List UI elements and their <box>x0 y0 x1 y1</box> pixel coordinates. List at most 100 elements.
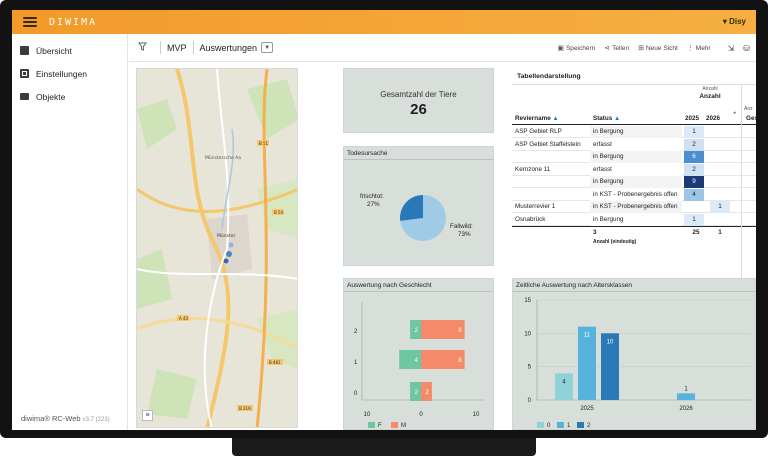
cell-status: in KST - Probenergebnis offen <box>590 201 682 213</box>
view-toolbar: MVP Auswertungen ▼ ▣ Speichern ⋖ Teilen ⊞ N… <box>129 34 756 62</box>
filter-icon[interactable] <box>138 42 154 53</box>
map-list-icon[interactable]: ≡ <box>142 410 153 421</box>
col-header-2026[interactable]: 2026 <box>703 113 723 125</box>
dashboard-icon <box>20 46 29 55</box>
legend-swatch-m[interactable] <box>391 422 398 428</box>
bar-1-2026[interactable] <box>677 393 695 400</box>
col-header-revier[interactable]: Reviername ▲ <box>512 113 590 125</box>
sidebar: Übersicht Einstellungen Objekte diwima® … <box>12 34 128 430</box>
bar-value-label: 10 <box>607 339 614 345</box>
table-row[interactable]: Kernzone 11 erfasst 2 <box>512 163 756 176</box>
toolbar-actions: ▣ Speichern ⋖ Teilen ⊞ Neue Sicht ⋮ Mehr ⇲ ⛁ <box>557 34 750 62</box>
legend-swatch-f[interactable] <box>368 422 375 428</box>
col-header-label: Reviername <box>515 115 551 122</box>
cell-status: erfasst <box>590 163 682 176</box>
group-header-small: Anzahl <box>702 86 718 92</box>
bar-value-label: 1 <box>684 386 688 392</box>
save-button[interactable]: ▣ Speichern <box>557 44 595 52</box>
col-header-gesamt[interactable]: Ges <box>742 113 756 125</box>
pie-label-frischtot: frischtot: <box>360 193 384 200</box>
y-tick-label: 0 <box>528 398 532 404</box>
legend-swatch-1[interactable] <box>557 422 564 428</box>
cell-2025: 4 <box>684 188 704 201</box>
cell-status: in Bergung <box>590 126 682 138</box>
pie-pct-fallwild: 73% <box>458 231 471 238</box>
pie-slice-frischtot[interactable] <box>400 195 423 221</box>
legend-label-m[interactable]: M <box>401 423 406 429</box>
save-label: Speichern <box>565 45 596 52</box>
user-menu[interactable]: ▾ Disy <box>723 17 746 26</box>
total-2026: 1 <box>718 229 722 236</box>
share-button[interactable]: ⋖ Teilen <box>604 44 629 52</box>
col-header-status[interactable]: Status ▲ <box>590 113 682 125</box>
database-icon[interactable]: ⛁ <box>743 44 750 53</box>
map-label: A 43 <box>179 316 189 321</box>
bar-0-2025[interactable] <box>555 373 573 400</box>
cell-status: in Bergung <box>590 151 682 163</box>
map-label: Münster <box>217 233 235 239</box>
cell-2025: 9 <box>684 176 704 188</box>
sidebar-item-objekte[interactable]: Objekte <box>12 85 127 108</box>
cell-2025: 1 <box>684 126 704 138</box>
table-row[interactable]: in Bergung 9 <box>512 176 756 188</box>
y-tick-label: 0 <box>354 391 358 397</box>
legend-label-2[interactable]: 2 <box>587 423 591 429</box>
monitor-stand <box>232 438 536 456</box>
new-view-button[interactable]: ⊞ Neue Sicht <box>638 44 678 52</box>
kpi-label: Gesamtzahl der Tiere <box>380 90 457 99</box>
version-number: v3.7 (223) <box>82 417 110 423</box>
cell-status: in Bergung <box>590 213 682 226</box>
panel-title: Zeitliche Auswertung nach Altersklassen <box>513 279 755 292</box>
table-row[interactable]: ASP Gebiet RLP in Bergung 1 <box>512 126 756 138</box>
map-view[interactable]: Münstersche Aa Münster B 51 B 54 A 43 B … <box>136 68 298 428</box>
map-canvas[interactable]: Münstersche Aa Münster B 51 B 54 A 43 B … <box>137 69 298 428</box>
table-header-row: Reviername ▲ Status ▲ 2025 2026 Ges <box>512 113 756 125</box>
col-header-label: Status <box>593 115 613 122</box>
view-dropdown-button[interactable]: ▼ <box>261 42 274 53</box>
map-label: B 54 <box>274 210 284 215</box>
more-label: Mehr <box>695 45 711 52</box>
breadcrumb-root[interactable]: MVP <box>167 43 187 53</box>
legend-label-1[interactable]: 1 <box>567 423 571 429</box>
col-header-2025[interactable]: 2025 <box>682 113 702 125</box>
cell-2026 <box>710 176 730 188</box>
save-icon: ▣ <box>557 45 564 52</box>
table-total-row: 3 Anzahl (eindeutig) 25 1 <box>512 226 756 248</box>
export-icon[interactable]: ⇲ <box>728 44 735 53</box>
table-row[interactable]: Musterrevier 1 in KST - Probenergebnis of… <box>512 201 756 213</box>
table-row[interactable]: in Bergung 6 <box>512 151 756 163</box>
legend-swatch-0[interactable] <box>537 422 544 428</box>
divider <box>192 41 194 54</box>
sidebar-item-label: Objekte <box>36 91 66 102</box>
y-tick-label: 2 <box>354 329 358 335</box>
cell-2025: 2 <box>684 163 704 176</box>
monitor-bezel: DIWIMA ▾ Disy Übersicht Einstellungen Ob… <box>0 0 768 438</box>
version-label: diwima® RC-Web <box>21 414 81 423</box>
divider <box>512 84 756 85</box>
legend-label-f[interactable]: F <box>378 423 382 429</box>
gender-chart: 10 0 10 2 1 0 F M 2 84 82 2 <box>354 302 484 429</box>
legend-label-0[interactable]: 0 <box>547 423 551 429</box>
table-row[interactable]: in KST - Probenergebnis offen 4 <box>512 188 756 201</box>
app-screen: DIWIMA ▾ Disy Übersicht Einstellungen Ob… <box>12 10 756 430</box>
monitor-frame: DIWIMA ▾ Disy Übersicht Einstellungen Ob… <box>0 0 768 456</box>
menu-icon[interactable] <box>23 17 37 27</box>
panel-title: Todesursache <box>344 147 493 160</box>
legend-swatch-2[interactable] <box>577 422 584 428</box>
table-row[interactable]: ASP Gebiet Staffelstein erfasst 2 <box>512 138 756 151</box>
cell-status: erfasst <box>590 138 682 151</box>
cell-2025: 2 <box>684 138 704 151</box>
pie-chart: frischtot: 27% Fallwild: 73% <box>360 193 473 241</box>
view-title[interactable]: Auswertungen <box>200 43 258 53</box>
sort-icon: ▲ <box>552 115 559 122</box>
more-button[interactable]: ⋮ Mehr <box>687 44 711 52</box>
total-label: Anzahl (eindeutig) <box>593 239 637 245</box>
table-row[interactable]: Osnabrück in Bergung 1 <box>512 213 756 226</box>
kpi-value: 26 <box>410 101 427 118</box>
cell-revier: ASP Gebiet Staffelstein <box>515 140 581 148</box>
cell-revier: Musterrevier 1 <box>515 203 556 210</box>
age-chart-panel: Zeitliche Auswertung nach Altersklassen … <box>512 278 756 430</box>
sidebar-item-uebersicht[interactable]: Übersicht <box>12 39 127 62</box>
app-logo: DIWIMA <box>49 16 98 28</box>
sidebar-item-einstellungen[interactable]: Einstellungen <box>12 62 127 85</box>
